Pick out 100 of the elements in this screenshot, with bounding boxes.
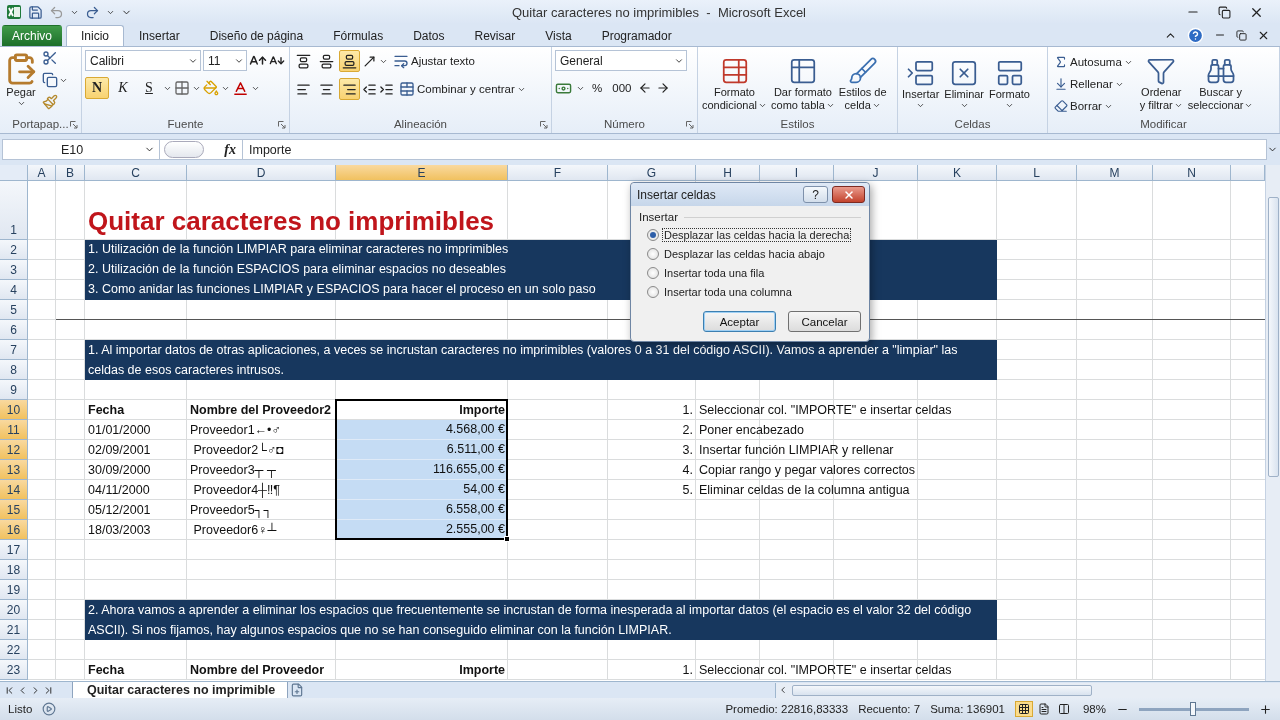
row-header[interactable]: 9 (0, 380, 28, 400)
horizontal-scrollbar[interactable] (775, 682, 1280, 698)
align-right-button[interactable] (339, 78, 360, 100)
restore-icon[interactable] (1218, 5, 1231, 19)
ribbon-tab[interactable]: Programador (586, 25, 687, 46)
ribbon-tab[interactable]: Fórmulas (318, 25, 399, 46)
orientation-icon[interactable] (362, 53, 377, 69)
normal-view-button[interactable] (1014, 701, 1033, 717)
insert-cells-button[interactable]: Insertar (901, 56, 941, 112)
fill-handle[interactable] (504, 536, 510, 542)
sort-filter-button[interactable]: Ordenar y filtrar (1138, 54, 1184, 114)
copy-icon[interactable] (42, 72, 58, 88)
scissors-icon[interactable] (42, 50, 58, 66)
row-header[interactable]: 10 (0, 400, 28, 420)
increase-decimal-icon[interactable] (656, 81, 671, 95)
delete-cells-button[interactable]: Eliminar (943, 56, 986, 112)
increase-indent-icon[interactable] (379, 81, 394, 97)
column-header[interactable]: N (1153, 165, 1231, 181)
paste-button[interactable]: Pegar (3, 50, 39, 118)
redo-icon[interactable] (85, 4, 100, 20)
radio-option[interactable]: Insertar toda una fila (647, 265, 767, 280)
radio-option[interactable]: Desplazar las celdas hacia abajo (647, 246, 827, 261)
dialog-launcher-icon[interactable] (686, 121, 694, 129)
help-button[interactable]: ? (803, 186, 828, 203)
align-bottom-button[interactable] (339, 50, 360, 72)
row-header[interactable]: 13 (0, 460, 28, 480)
number-format-dropdown[interactable]: General (555, 50, 687, 71)
row-header[interactable]: 23 (0, 660, 28, 680)
font-size-dropdown[interactable]: 11 (203, 50, 247, 71)
row-header[interactable]: 19 (0, 580, 28, 600)
column-header[interactable]: I (760, 165, 834, 181)
row-header[interactable]: 18 (0, 560, 28, 580)
fill-button[interactable]: Rellenar (1051, 73, 1136, 95)
conditional-format-button[interactable]: Formato condicional (701, 54, 769, 114)
row-header[interactable]: 1 (0, 181, 28, 240)
column-header[interactable]: H (696, 165, 760, 181)
merge-center-button[interactable]: Combinar y centrar (396, 78, 529, 100)
new-sheet-icon[interactable] (290, 683, 305, 697)
ribbon-tab[interactable]: Revisar (459, 25, 531, 46)
ok-button[interactable]: Aceptar (703, 311, 776, 332)
ribbon-tab[interactable]: Insertar (124, 25, 195, 46)
ribbon-tab[interactable]: Inicio (66, 25, 125, 46)
row-header[interactable]: 20 (0, 600, 28, 620)
last-sheet-icon[interactable] (43, 684, 54, 696)
row-header[interactable]: 11 (0, 420, 28, 440)
paintbrush-icon[interactable] (42, 94, 58, 110)
column-header[interactable]: J (834, 165, 918, 181)
italic-button[interactable]: K (111, 77, 135, 99)
ribbon-tab[interactable]: Datos (398, 25, 460, 46)
font-color-icon[interactable] (232, 79, 249, 97)
insert-function-button[interactable]: fx (224, 141, 236, 158)
column-header[interactable]: K (918, 165, 997, 181)
row-header[interactable]: 2 (0, 240, 28, 260)
row-header[interactable]: 4 (0, 280, 28, 300)
row-header[interactable]: 22 (0, 640, 28, 660)
radio-button[interactable] (647, 247, 659, 260)
column-header[interactable]: M (1077, 165, 1153, 181)
autosum-button[interactable]: Autosuma (1051, 51, 1136, 73)
row-header[interactable]: 5 (0, 300, 28, 320)
column-header[interactable]: F (508, 165, 608, 181)
row-header[interactable]: 17 (0, 540, 28, 560)
format-cells-button[interactable]: Formato (988, 56, 1031, 112)
row-header[interactable]: 16 (0, 520, 28, 540)
row-header[interactable]: 21 (0, 620, 28, 640)
find-select-button[interactable]: Buscar y seleccionar (1186, 54, 1255, 114)
borders-icon[interactable] (174, 80, 190, 96)
dialog-launcher-icon[interactable] (540, 121, 548, 129)
vertical-scrollbar[interactable] (1265, 165, 1280, 681)
column-header[interactable]: C (85, 165, 187, 181)
decrease-indent-icon[interactable] (362, 81, 377, 97)
radio-button[interactable] (647, 285, 659, 298)
ribbon-tab[interactable]: Diseño de página (194, 25, 319, 46)
help-icon[interactable] (1187, 26, 1204, 44)
row-header[interactable]: 8 (0, 360, 28, 380)
zoom-slider[interactable] (1189, 701, 1196, 716)
save-icon[interactable] (28, 4, 43, 20)
close-button[interactable] (832, 186, 865, 203)
row-header[interactable]: 12 (0, 440, 28, 460)
clear-button[interactable]: Borrar (1051, 95, 1136, 117)
row-header[interactable]: 6 (0, 320, 28, 340)
formula-bar-handle[interactable] (164, 141, 204, 158)
bold-button[interactable]: N (85, 77, 109, 99)
row-header[interactable]: 14 (0, 480, 28, 500)
font-name-dropdown[interactable]: Calibri (85, 50, 201, 71)
macro-record-icon[interactable] (42, 702, 57, 716)
column-header[interactable]: G (608, 165, 696, 181)
radio-button[interactable] (647, 266, 659, 279)
first-sheet-icon[interactable] (4, 684, 15, 696)
sheet-tab[interactable]: Quitar caracteres no imprimible (72, 681, 289, 699)
name-box[interactable]: E10 (2, 139, 160, 160)
formula-field[interactable]: Importe (242, 139, 1267, 160)
scroll-left-icon[interactable] (778, 685, 788, 695)
cell-styles-button[interactable]: Estilos de celda (837, 54, 888, 114)
column-header[interactable]: B (56, 165, 85, 181)
file-tab[interactable]: Archivo (2, 25, 62, 46)
column-header[interactable]: A (28, 165, 56, 181)
row-header[interactable]: 15 (0, 500, 28, 520)
radio-option[interactable]: Insertar toda una columna (647, 284, 794, 299)
row-header[interactable]: 3 (0, 260, 28, 280)
restore-icon[interactable] (1236, 29, 1247, 41)
